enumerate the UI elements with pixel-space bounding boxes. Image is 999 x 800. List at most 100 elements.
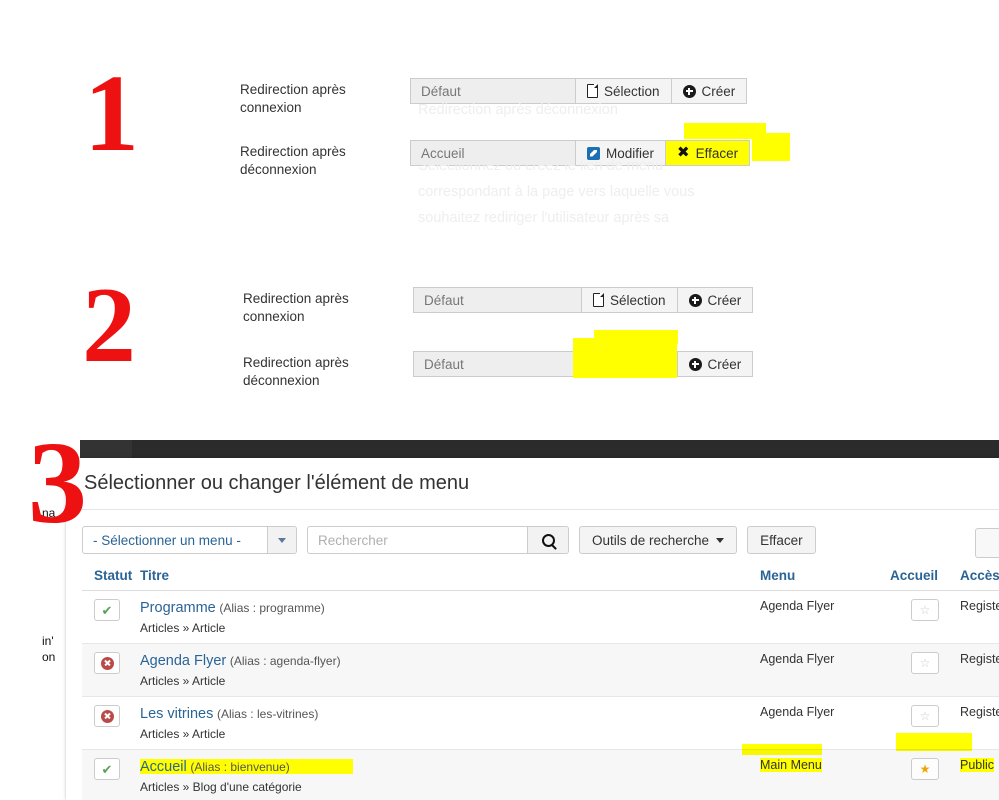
search-input[interactable] <box>308 527 527 553</box>
pencil-icon <box>587 146 600 160</box>
plus-circle-icon <box>688 357 702 371</box>
annotation-step-number-2: 2 <box>82 266 136 385</box>
field-label-login-redirect-2: Redirection après connexion <box>243 291 349 324</box>
status-unpublished-button[interactable] <box>94 705 120 727</box>
cell-menu: Main Menu <box>760 749 890 800</box>
edit-button[interactable]: Modifier <box>575 140 667 166</box>
create-button-2[interactable]: Créer <box>677 287 754 313</box>
set-home-button[interactable]: ☆ <box>911 599 939 621</box>
table-row[interactable]: Les vitrines (Alias : les-vitrines) Arti… <box>82 696 999 750</box>
cell-home[interactable]: ★ <box>890 749 960 800</box>
cell-menu: Agenda Flyer <box>760 643 890 697</box>
star-outline-icon: ☆ <box>919 656 931 670</box>
status-published-button[interactable]: ✔ <box>94 599 120 621</box>
field-value-logout-redirect-2: Défaut <box>413 351 581 377</box>
table-header-row: Statut Titre Menu Accueil Accès <box>82 568 999 591</box>
cell-status[interactable]: ✔ <box>82 590 140 644</box>
background-text-1: in' <box>42 634 54 648</box>
menu-item-alias: (Alias : les-vitrines) <box>216 707 319 721</box>
create-button[interactable]: Créer <box>671 78 748 104</box>
field-row-login-redirect-1: Redirection après connexion Défaut Sélec… <box>240 78 748 117</box>
plus-circle-icon <box>688 293 702 307</box>
menu-item-link[interactable]: Accueil <box>140 759 187 775</box>
menu-item-link[interactable]: Programme <box>140 600 216 616</box>
select-button-label: Sélection <box>604 83 660 99</box>
menu-item-type: Articles » Article <box>140 727 226 741</box>
cell-home[interactable]: ☆ <box>890 643 960 697</box>
highlight-mark-effacer-right <box>752 133 790 161</box>
modal-body: - Sélectionner un menu - Outils de reche… <box>66 510 999 800</box>
menu-filter-select[interactable]: - Sélectionner un menu - <box>82 526 297 554</box>
set-home-button[interactable]: ☆ <box>911 652 939 674</box>
cell-status[interactable]: ✔ <box>82 749 140 800</box>
menu-item-alias: (Alias : bienvenue) <box>190 760 290 774</box>
table-row[interactable]: Agenda Flyer (Alias : agenda-flyer) Arti… <box>82 643 999 697</box>
select-button-2-label: Sélection <box>610 292 666 308</box>
menu-item-link[interactable]: Les vitrines <box>140 706 213 722</box>
chevron-down-icon[interactable] <box>267 527 296 553</box>
chevron-down-icon <box>716 537 725 543</box>
cancel-icon <box>100 656 114 670</box>
annotation-step-number-1: 1 <box>84 52 139 174</box>
edge-cutoff-button[interactable] <box>975 528 999 558</box>
modal-header: Sélectionner ou changer l'élément de men… <box>66 458 999 510</box>
modal-title: Sélectionner ou changer l'élément de men… <box>84 472 470 494</box>
cell-access: Public <box>960 749 999 800</box>
table-row[interactable]: ✔ Programme (Alias : programme) Articles… <box>82 590 999 644</box>
set-home-button[interactable]: ☆ <box>911 705 939 727</box>
file-icon <box>593 292 605 307</box>
status-unpublished-button[interactable] <box>94 652 120 674</box>
check-icon: ✔ <box>101 602 113 618</box>
set-home-button[interactable]: ★ <box>911 758 939 780</box>
highlight-mark-main-menu <box>742 744 822 755</box>
cell-access: Registere <box>960 643 999 697</box>
highlight-mark-selection <box>573 338 677 378</box>
clear-filters-button[interactable]: Effacer <box>747 526 816 554</box>
select-button-2[interactable]: Sélection <box>581 287 678 313</box>
cell-access: Registere <box>960 590 999 644</box>
column-header-status[interactable]: Statut <box>82 568 140 591</box>
cell-menu: Agenda Flyer <box>760 590 890 644</box>
column-header-home[interactable]: Accueil <box>890 568 960 591</box>
create-button-2-label: Créer <box>707 292 742 308</box>
search-toolbar: - Sélectionner un menu - Outils de reche… <box>82 526 999 554</box>
cell-status[interactable] <box>82 643 140 697</box>
clear-button-label: Effacer <box>695 145 739 161</box>
cell-menu-text: Main Menu <box>760 758 822 772</box>
clear-filters-label: Effacer <box>760 532 803 548</box>
cell-menu: Agenda Flyer <box>760 696 890 750</box>
field-control-login-redirect: Défaut Sélection Créer <box>410 78 748 104</box>
select-button[interactable]: Sélection <box>575 78 672 104</box>
field-value-login-redirect-2: Défaut <box>413 287 581 313</box>
check-icon: ✔ <box>101 761 113 777</box>
column-header-menu[interactable]: Menu <box>760 568 890 591</box>
menu-item-alias: (Alias : agenda-flyer) <box>229 654 341 668</box>
field-row-logout-redirect-1: Redirection après déconnexion Accueil Mo… <box>240 140 751 179</box>
status-published-button[interactable]: ✔ <box>94 758 120 780</box>
annotation-step-number-3: 3 <box>28 417 87 548</box>
search-submit-button[interactable] <box>527 527 568 553</box>
cell-title: Programme (Alias : programme) Articles »… <box>140 590 760 644</box>
create-button-3-label: Créer <box>707 356 742 372</box>
menu-item-type: Articles » Article <box>140 621 226 635</box>
column-header-title[interactable]: Titre <box>140 568 760 591</box>
star-filled-icon: ★ <box>919 762 931 776</box>
star-outline-icon: ☆ <box>919 603 931 617</box>
highlight-mark-home-star <box>896 733 944 751</box>
search-tools-label: Outils de recherche <box>592 532 710 548</box>
menu-item-link[interactable]: Agenda Flyer <box>140 653 226 669</box>
star-outline-icon: ☆ <box>919 709 931 723</box>
cell-title: Agenda Flyer (Alias : agenda-flyer) Arti… <box>140 643 760 697</box>
plus-circle-icon <box>682 84 696 98</box>
cell-home[interactable]: ☆ <box>890 590 960 644</box>
cancel-icon <box>100 709 114 723</box>
menu-item-alias: (Alias : programme) <box>219 601 325 615</box>
search-tools-button[interactable]: Outils de recherche <box>579 526 738 554</box>
field-label-logout-redirect: Redirection après déconnexion <box>240 144 346 177</box>
cell-status[interactable] <box>82 696 140 750</box>
column-header-access[interactable]: Accès <box>960 568 999 591</box>
clear-button[interactable]: ✖ Effacer <box>666 140 751 166</box>
table-row[interactable]: ✔ Accueil (Alias : bienvenue) Articles »… <box>82 749 999 800</box>
field-value-login-redirect: Défaut <box>410 78 575 104</box>
create-button-3[interactable]: Créer <box>677 351 754 377</box>
